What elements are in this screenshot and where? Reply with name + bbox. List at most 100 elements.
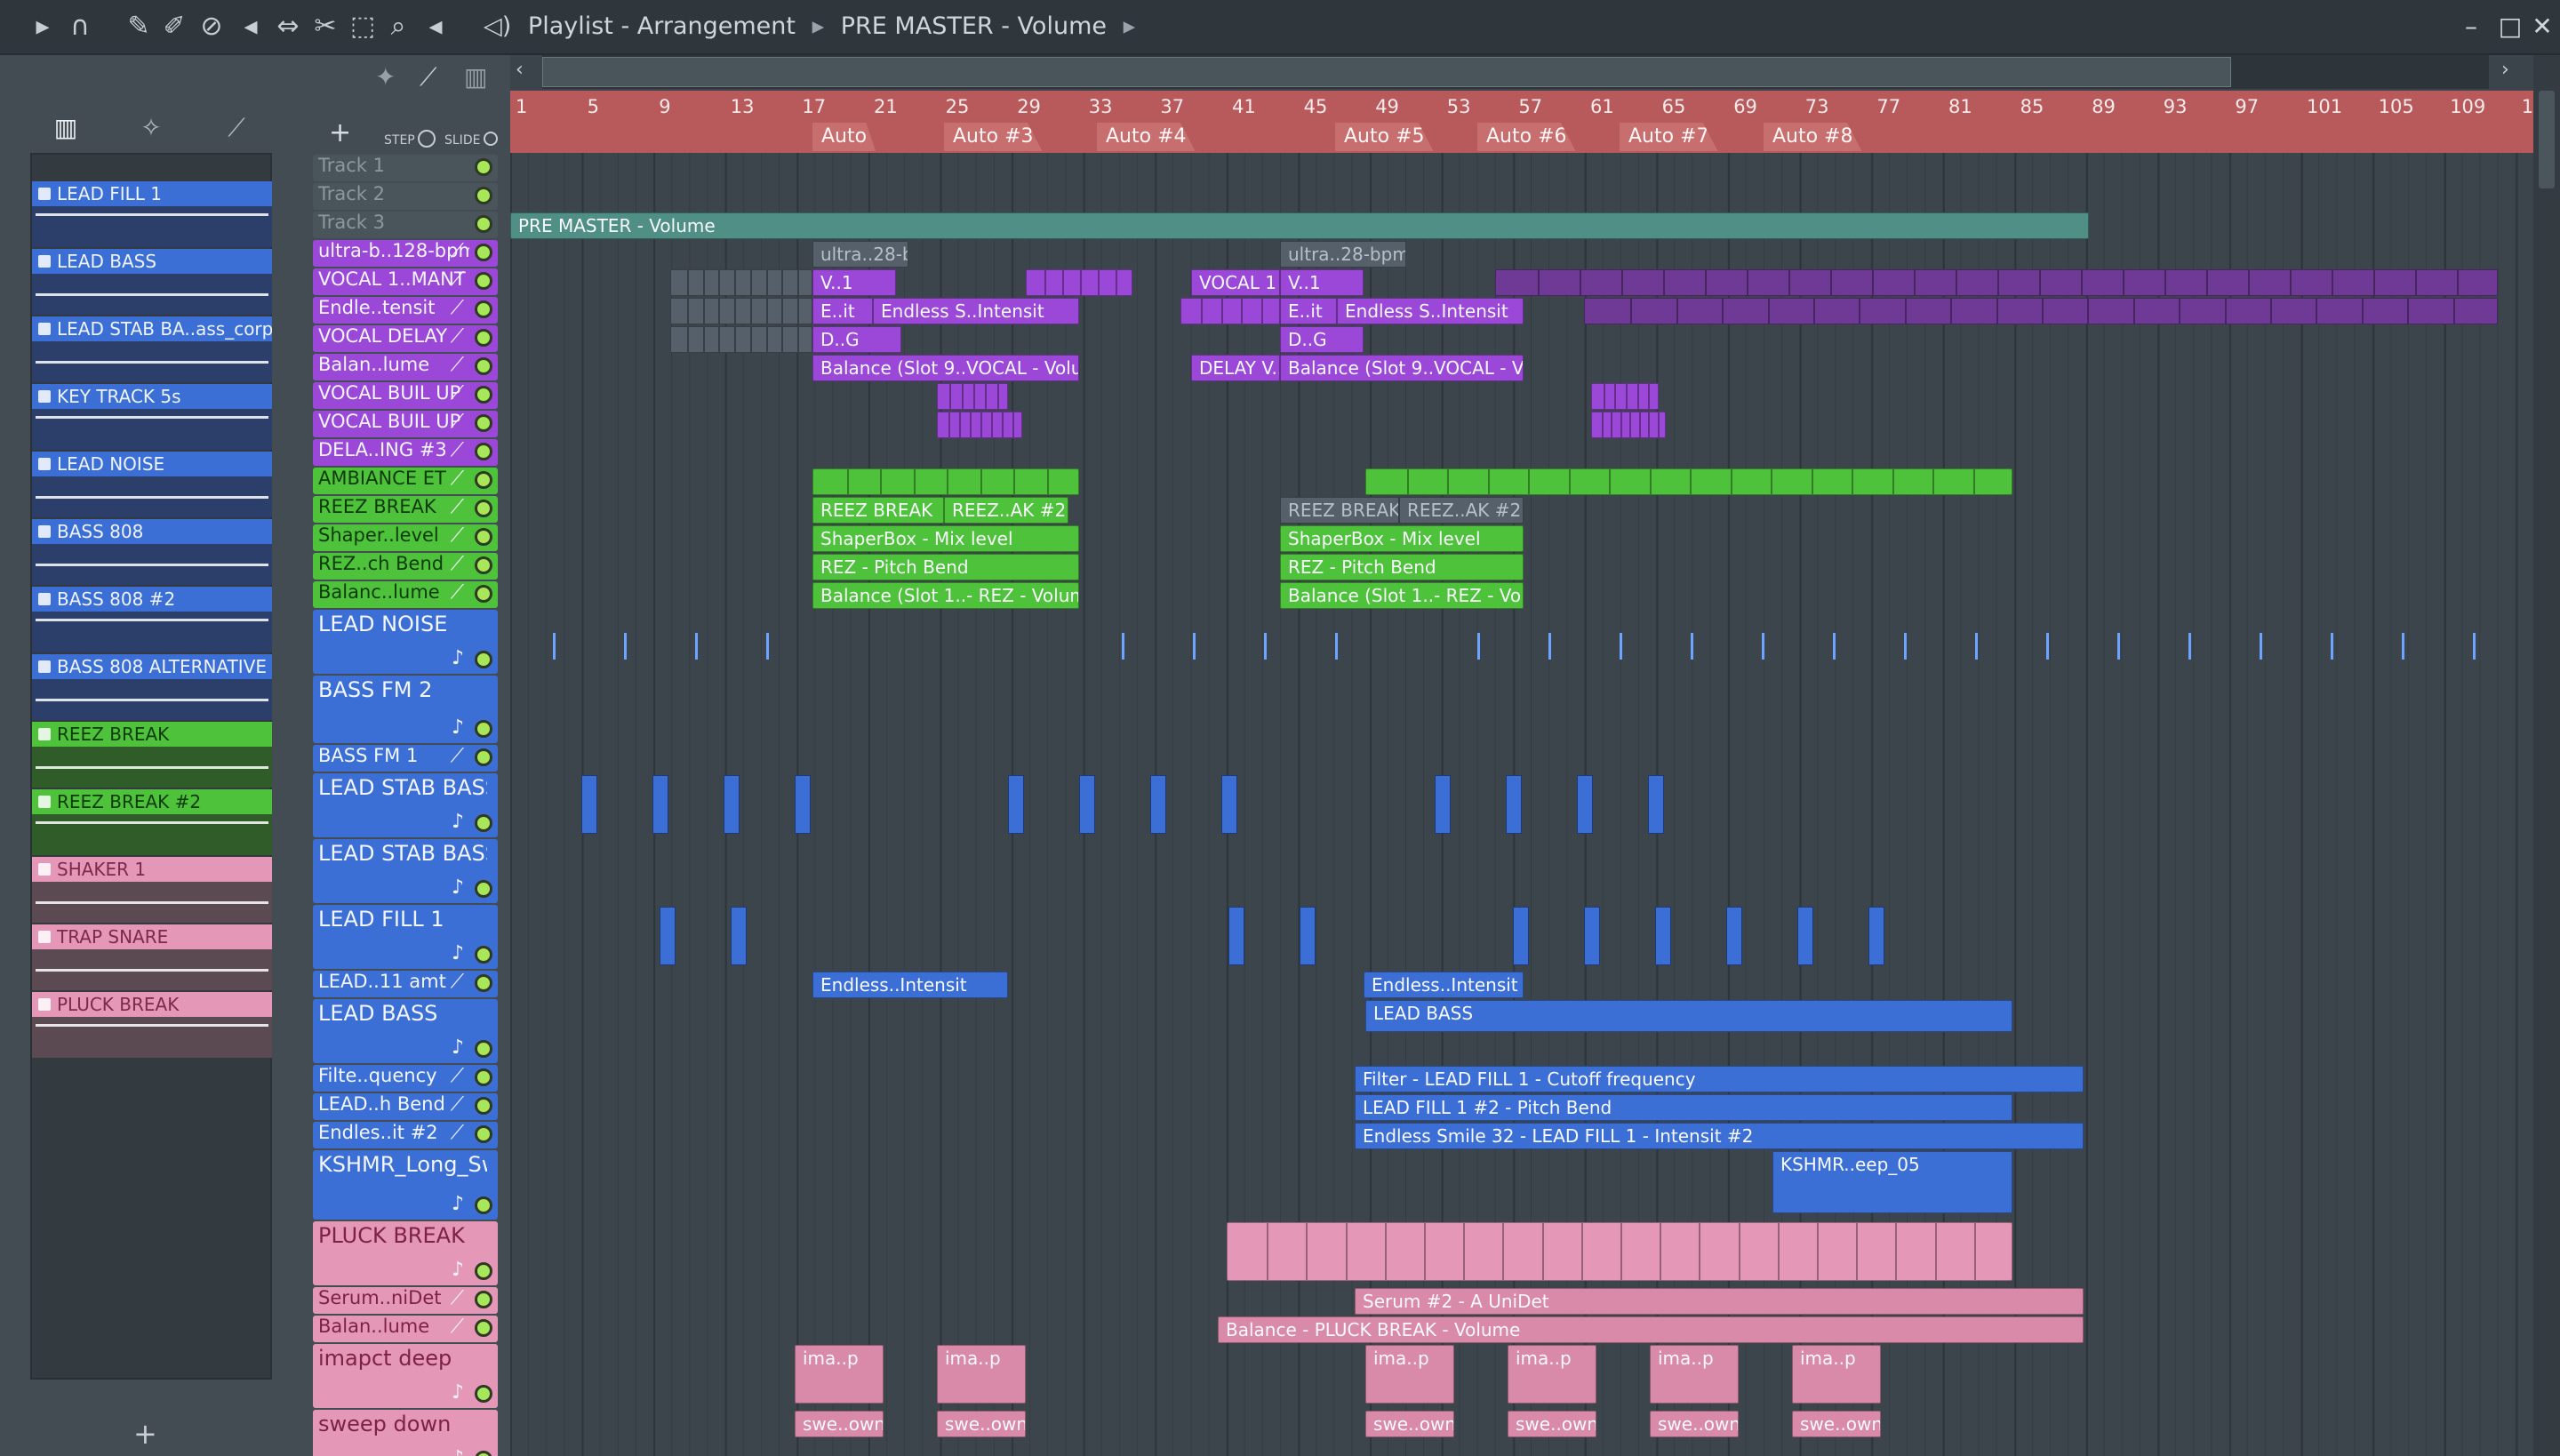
time-marker[interactable]: Auto #8 — [1764, 123, 1862, 151]
track-mute-led[interactable] — [475, 1068, 492, 1086]
audio-clip[interactable]: ultra..28-bpm — [1280, 241, 1406, 268]
pattern-clip[interactable] — [1577, 775, 1593, 834]
track-mute-led[interactable] — [475, 471, 492, 489]
pattern-item[interactable]: BASS 808 #2 — [32, 587, 272, 652]
track-mute-led[interactable] — [475, 215, 492, 233]
track-mute-led[interactable] — [475, 386, 492, 404]
automation-clip[interactable]: ShaperBox - Mix level — [812, 525, 1079, 552]
close-button[interactable]: ✕ — [2523, 9, 2560, 44]
track-header[interactable]: Endle..tensit ⟋ — [313, 297, 498, 324]
pattern-clip[interactable] — [1513, 907, 1529, 965]
automation-clip[interactable]: PRE MASTER - Volume — [510, 212, 2089, 239]
track-mute-led[interactable] — [475, 946, 492, 964]
track-mute-led[interactable] — [475, 651, 492, 668]
time-marker[interactable]: Auto #6 — [1477, 123, 1576, 151]
pattern-item[interactable]: KEY TRACK 5s — [32, 384, 272, 450]
pattern-clip[interactable] — [1584, 907, 1600, 965]
pattern-clip[interactable] — [1506, 775, 1522, 834]
track-mute-led[interactable] — [475, 1196, 492, 1214]
track-header[interactable]: Endles..it #2 ⟋ — [313, 1122, 498, 1148]
automation-clip[interactable] — [1180, 298, 1280, 324]
track-mute-led[interactable] — [475, 974, 492, 992]
pattern-clip[interactable]: D..G — [812, 326, 901, 353]
track-header[interactable]: KSHMR_Long_Sw.. ♪ — [313, 1150, 498, 1220]
slide-tool-icon[interactable]: ⟋ — [420, 62, 437, 92]
track-mute-led[interactable] — [475, 329, 492, 347]
slide-toggle[interactable] — [484, 132, 498, 146]
audio-clip[interactable]: swe..own — [1508, 1411, 1596, 1437]
pattern-clip[interactable]: REEZ..AK #2 — [944, 497, 1068, 524]
delete-icon[interactable]: ⊘ — [194, 9, 229, 44]
pattern-item[interactable]: TRAP SNARE — [32, 924, 272, 990]
track-mute-led[interactable] — [475, 1262, 492, 1280]
pattern-clip[interactable] — [1655, 907, 1671, 965]
track-header[interactable]: LEAD NOISE ♪ — [313, 610, 498, 674]
minimize-button[interactable]: – — [2452, 9, 2491, 44]
breadcrumb-target[interactable]: PRE MASTER - Volume — [841, 12, 1107, 40]
automation-clip[interactable]: Balance (Slot 9..VOCAL - Volume — [812, 355, 1079, 381]
track-mute-led[interactable] — [475, 272, 492, 290]
muted-clip[interactable] — [670, 269, 812, 296]
automation-clip[interactable]: Balance - PLUCK BREAK - Volume — [1218, 1316, 2084, 1343]
track-header[interactable]: ultra-b..128-bpm ⟋ — [313, 240, 498, 267]
automation-clip[interactable]: LEAD FILL 1 #2 - Pitch Bend — [1355, 1094, 2012, 1121]
automation-clip[interactable]: Endless Smile 32 - LEAD FILL 1 - Intensi… — [1355, 1123, 2084, 1149]
pattern-item[interactable]: LEAD FILL 1 — [32, 181, 272, 247]
scroll-thumb[interactable] — [2539, 91, 2555, 188]
playback-icon[interactable]: ◂ — [418, 9, 453, 44]
track-header[interactable]: Filte..quency ⟋ — [313, 1065, 498, 1092]
track-header[interactable]: imapct deep ♪ — [313, 1344, 498, 1408]
snap-icon[interactable]: ✦ — [375, 62, 396, 92]
track-mute-led[interactable] — [475, 187, 492, 204]
automation-clip[interactable]: Endless S..Intensit — [873, 298, 1079, 324]
pattern-clip[interactable]: REEZ BREAK — [812, 497, 944, 524]
muted-clip[interactable] — [670, 326, 812, 353]
track-header[interactable]: Track 1 — [313, 155, 498, 181]
paint-brush-icon[interactable]: ✐ — [156, 9, 192, 44]
pattern-item[interactable]: LEAD STAB BA..ass_corpse — [32, 316, 272, 382]
track-mute-led[interactable] — [475, 1125, 492, 1143]
automation-clip[interactable]: REZ - Pitch Bend — [812, 554, 1079, 580]
pattern-clip[interactable] — [1150, 775, 1166, 834]
audio-clip[interactable]: swe..own — [795, 1411, 884, 1437]
pattern-clip[interactable]: V..1 — [1280, 269, 1364, 296]
automation-clip[interactable]: E..it — [1280, 298, 1337, 324]
pattern-clip[interactable] — [1868, 907, 1884, 965]
overview-strip[interactable] — [542, 55, 2489, 89]
track-header[interactable]: LEAD STAB BASS F.. ♪ — [313, 773, 498, 837]
track-mute-led[interactable] — [475, 1451, 492, 1456]
pattern-clip[interactable] — [1221, 775, 1237, 834]
pattern-clip[interactable]: LEAD BASS — [1365, 1000, 2012, 1032]
track-header[interactable]: Shaper..level ⟋ — [313, 524, 498, 551]
track-header[interactable]: REZ..ch Bend ⟋ — [313, 553, 498, 580]
audio-clip[interactable]: ima..p — [795, 1345, 884, 1404]
audio-clip[interactable]: ima..p — [1792, 1345, 1881, 1404]
pattern-clip[interactable]: DELAY V..KING #4 — [1191, 355, 1280, 381]
time-marker[interactable]: Auto — [812, 123, 876, 151]
pattern-clip[interactable] — [1026, 269, 1132, 296]
track-mute-led[interactable] — [475, 880, 492, 898]
track-header[interactable]: VOCAL 1..MANT UP⟋ — [313, 268, 498, 295]
track-header[interactable]: VOCAL BUIL UP ⟋ — [313, 382, 498, 409]
pattern-item[interactable]: REEZ BREAK — [32, 722, 272, 788]
track-mute-led[interactable] — [475, 1291, 492, 1308]
pattern-clip[interactable] — [1228, 907, 1244, 965]
scroll-right-icon[interactable]: › — [2501, 59, 2509, 81]
audio-clip[interactable]: ultra..28-bpm — [812, 241, 908, 268]
pattern-clip[interactable] — [1495, 269, 2498, 296]
pattern-clip[interactable] — [1797, 907, 1813, 965]
automation-clip[interactable]: REZ - Pitch Bend — [1280, 554, 1524, 580]
pattern-clip[interactable] — [731, 907, 747, 965]
audio-clip[interactable] — [1365, 468, 2012, 495]
track-header[interactable]: Balan..lume ⟋ — [313, 354, 498, 380]
track-header[interactable]: Track 2 — [313, 183, 498, 210]
pattern-clip[interactable] — [652, 775, 668, 834]
pattern-clip[interactable] — [795, 775, 811, 834]
pattern-clip[interactable]: V..1 — [812, 269, 896, 296]
track-header[interactable]: VOCAL BUIL UP ⟋ — [313, 411, 498, 437]
track-mute-led[interactable] — [475, 1319, 492, 1337]
audio-clip[interactable]: ima..p — [1650, 1345, 1739, 1404]
pattern-clip[interactable] — [1227, 1222, 2012, 1281]
pattern-clip[interactable] — [724, 775, 740, 834]
pattern-clip[interactable] — [1435, 775, 1451, 834]
